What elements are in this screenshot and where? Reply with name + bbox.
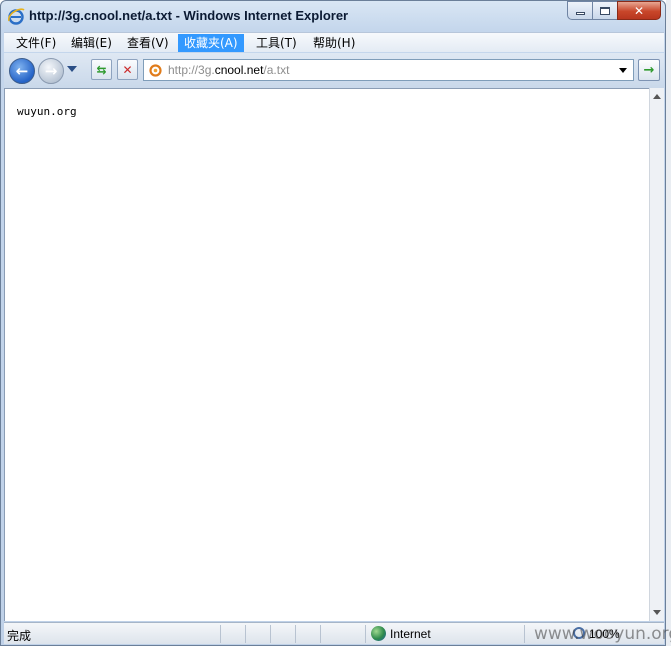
address-dropdown-icon[interactable] — [619, 68, 627, 73]
menu-bar: 文件(F) 编辑(E) 查看(V) 收藏夹(A) 工具(T) 帮助(H) — [4, 32, 664, 52]
refresh-icon: ⇆ — [96, 62, 107, 77]
menu-edit[interactable]: 编辑(E) — [65, 34, 118, 52]
window-controls: ✕ — [567, 1, 661, 20]
address-url[interactable]: http://3g.cnool.net/a.txt — [168, 63, 289, 77]
desktop-edge — [666, 0, 671, 646]
status-divider — [524, 625, 525, 643]
status-text: 完成 — [7, 629, 32, 643]
browser-window: http://3g.cnool.net/a.txt - Windows Inte… — [0, 0, 666, 646]
page-content: wuyun.org — [4, 88, 649, 621]
scroll-up-icon[interactable] — [653, 94, 661, 99]
stop-icon: ✕ — [122, 62, 133, 77]
status-divider — [365, 625, 366, 643]
page-text: wuyun.org — [17, 105, 77, 118]
scroll-down-icon[interactable] — [653, 610, 661, 615]
stop-button[interactable]: ✕ — [117, 59, 138, 80]
ie-logo-icon — [8, 8, 25, 25]
status-divider — [295, 625, 296, 643]
vertical-scrollbar[interactable] — [649, 88, 664, 621]
close-icon: ✕ — [633, 3, 645, 18]
internet-globe-icon — [371, 626, 386, 641]
forward-arrow-icon: → — [44, 61, 58, 80]
menu-view[interactable]: 查看(V) — [121, 34, 175, 52]
address-path: /a.txt — [263, 63, 290, 77]
status-divider — [320, 625, 321, 643]
maximize-icon — [600, 6, 610, 15]
forward-button[interactable]: → — [38, 58, 64, 84]
refresh-button[interactable]: ⇆ — [91, 59, 112, 80]
address-bar[interactable]: http://3g.cnool.net/a.txt — [143, 59, 634, 81]
navigation-bar: ← → ⇆ ✕ http://3g.cnool.net/a.txt → — [4, 53, 664, 88]
back-arrow-icon: ← — [15, 61, 29, 80]
menu-favorites[interactable]: 收藏夹(A) — [178, 34, 244, 52]
status-divider — [245, 625, 246, 643]
minimize-button[interactable] — [567, 1, 593, 20]
window-title: http://3g.cnool.net/a.txt - Windows Inte… — [29, 8, 349, 23]
watermark-text: www.wooyun.org — [534, 624, 671, 644]
status-divider — [220, 625, 221, 643]
go-arrow-icon: → — [643, 62, 655, 78]
address-scheme: http://3g. — [168, 63, 215, 77]
address-domain: cnool.net — [214, 63, 264, 77]
menu-tools[interactable]: 工具(T) — [250, 34, 303, 52]
title-bar: http://3g.cnool.net/a.txt - Windows Inte… — [1, 1, 665, 31]
page-favicon-icon — [149, 64, 162, 77]
menu-help[interactable]: 帮助(H) — [307, 34, 361, 52]
close-button[interactable]: ✕ — [617, 1, 661, 20]
go-button[interactable]: → — [638, 59, 660, 81]
status-divider — [270, 625, 271, 643]
maximize-button[interactable] — [592, 1, 618, 20]
back-button[interactable]: ← — [9, 58, 35, 84]
minimize-icon — [575, 12, 585, 15]
security-zone[interactable]: Internet — [390, 627, 431, 641]
history-dropdown-icon[interactable] — [67, 66, 77, 72]
menu-file[interactable]: 文件(F) — [10, 34, 62, 52]
